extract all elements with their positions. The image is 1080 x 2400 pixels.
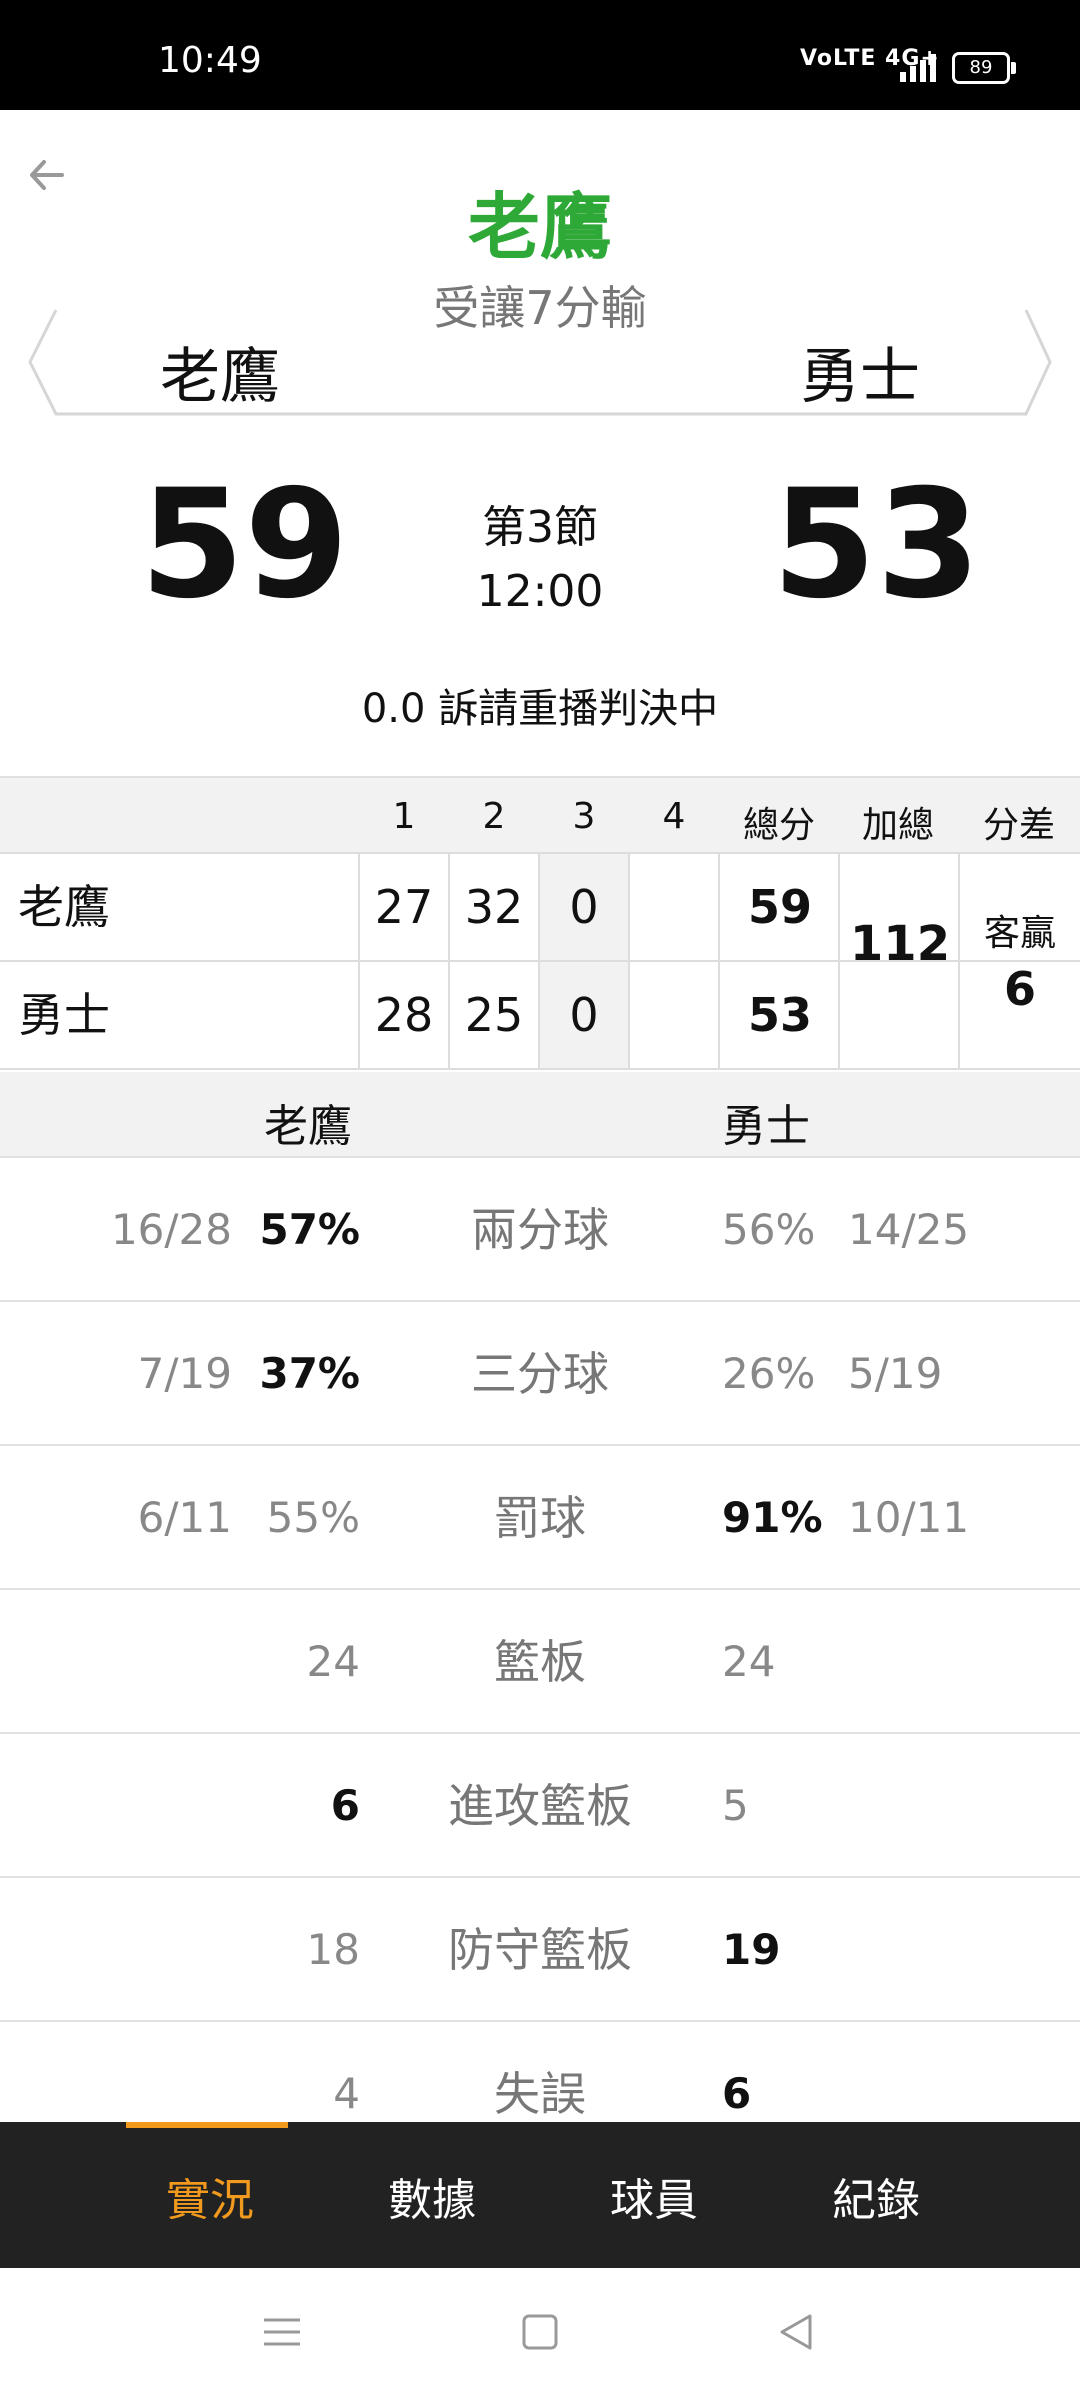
bottom-tab-bar: 實況 數據 球員 紀錄 [0,2122,1080,2268]
home-stat-value: 6 [330,1781,360,1830]
header-combined: 加總 [861,805,934,846]
combined-score-cell: 112 [838,852,960,1068]
header-total: 總分 [742,805,815,846]
stats-away-team: 勇士 [722,1101,810,1152]
stat-label: 罰球 [494,1491,586,1545]
stat-row: 16/28 57% 兩分球 56% 14/25 [0,1156,1080,1302]
stat-label: 兩分球 [471,1203,609,1257]
q4-cell [628,962,718,1068]
away-stat-value: 91% [722,1493,823,1542]
away-stat-value: 5 [722,1781,749,1830]
game-clock: 12:00 [476,566,604,617]
status-time: 10:49 [158,40,262,81]
home-stat-value: 55% [266,1493,360,1542]
quarter-table-header: 1 2 3 4 總分 加總 分差 [0,776,1080,854]
away-made-attempted: 10/11 [848,1493,970,1542]
tab-players[interactable]: 球員 [610,2164,698,2228]
stat-row: 18 防守籃板 19 [0,1876,1080,2022]
home-score: 59 [140,458,349,632]
stat-row: 6/11 55% 罰球 91% 10/11 [0,1444,1080,1590]
q1-cell: 28 [358,962,448,1068]
header-diff: 分差 [982,805,1055,846]
header-q3: 3 [572,796,596,837]
home-made-attempted: 6/11 [137,1493,232,1542]
away-stat-value: 26% [722,1349,816,1398]
home-team-name: 老鷹 [160,342,280,412]
stat-label: 三分球 [471,1347,609,1401]
away-made-attempted: 5/19 [848,1349,943,1398]
stats-home-team: 老鷹 [264,1101,352,1152]
tab-records[interactable]: 紀錄 [832,2164,920,2228]
team-cell: 老鷹 [18,880,110,934]
divider [0,1068,1080,1070]
stat-row: 24 籃板 24 [0,1588,1080,1734]
home-stat-value: 57% [259,1205,360,1254]
header-q1: 1 [392,796,416,837]
period-label: 第3節 [482,502,598,553]
tab-data[interactable]: 數據 [388,2164,476,2228]
page-title: 老鷹 [467,185,612,269]
stat-label: 籃板 [494,1635,586,1689]
header-q2: 2 [482,796,506,837]
home-icon[interactable] [520,2312,560,2352]
signal-icon [900,54,936,82]
home-stat-value: 18 [306,1925,360,1974]
q3-cell: 0 [538,962,628,1068]
status-bar: 10:49 VoLTE 4G+ 89 [0,0,1080,110]
stat-label: 防守籃板 [448,1923,632,1977]
home-made-attempted: 7/19 [137,1349,232,1398]
menu-icon[interactable] [262,2312,302,2352]
away-stat-value: 56% [722,1205,816,1254]
game-period: 第3節 12:00 [440,496,640,624]
away-made-attempted: 14/25 [848,1205,970,1254]
stat-row: 7/19 37% 三分球 26% 5/19 [0,1300,1080,1446]
q2-cell: 25 [448,962,538,1068]
away-stat-value: 19 [722,1925,781,1974]
combined-score: 112 [849,916,951,972]
total-cell: 53 [718,962,840,1068]
q1-cell: 27 [358,854,448,960]
away-score: 53 [772,458,981,632]
away-stat-value: 24 [722,1637,776,1686]
total-cell: 59 [718,854,840,960]
away-team-name: 勇士 [800,342,920,412]
stats-header: 老鷹 勇士 [0,1072,1080,1156]
score-diff-cell: 客贏 6 [958,852,1080,1068]
team-cell: 勇士 [18,988,110,1042]
home-stat-value: 37% [259,1349,360,1398]
back-icon[interactable] [776,2312,816,2352]
system-nav-bar [0,2268,1080,2400]
stat-row: 6 進攻籃板 5 [0,1732,1080,1878]
diff-value: 6 [1003,962,1036,1016]
home-made-attempted: 16/28 [110,1205,232,1254]
q3-cell: 0 [538,854,628,960]
diff-label: 客贏 [983,913,1056,954]
stat-label: 進攻籃板 [448,1779,632,1833]
q4-cell [628,854,718,960]
home-stat-value: 24 [306,1637,360,1686]
tab-live[interactable]: 實況 [166,2164,254,2228]
q2-cell: 32 [448,854,538,960]
header-q4: 4 [662,796,686,837]
active-tab-indicator [126,2122,288,2128]
game-status: 0.0 訴請重播判決中 [361,686,719,732]
battery-icon: 89 [952,52,1016,84]
